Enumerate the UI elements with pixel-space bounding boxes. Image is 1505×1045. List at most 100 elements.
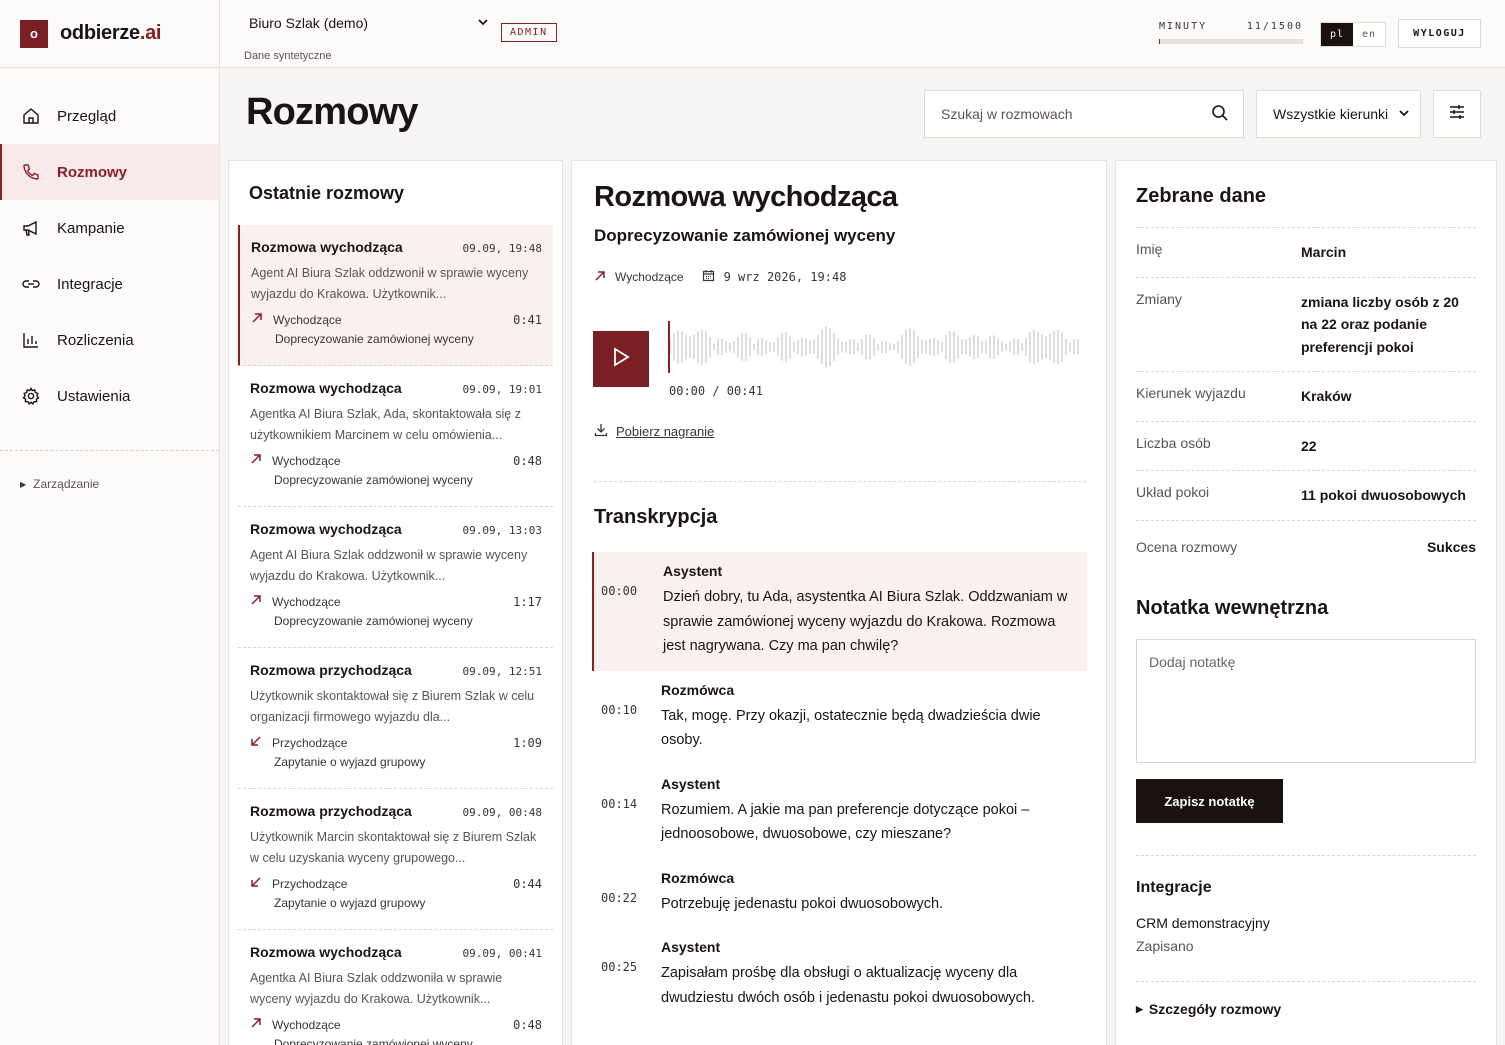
sliders-icon [1448, 103, 1466, 126]
chevron-down-icon [1398, 106, 1410, 122]
call-details-toggle[interactable]: ▶ Szczegóły rozmowy [1136, 1001, 1281, 1017]
save-note-button[interactable]: Zapisz notatkę [1136, 779, 1283, 823]
field-label: Kierunek wyjazdu [1136, 385, 1246, 401]
detail-date: 9 wrz 2026, 19:48 [723, 270, 847, 284]
transcript-text: Zapisałam prośbę dla obsługi o aktualiza… [661, 965, 1036, 1006]
nav-item-overview[interactable]: Przegląd [0, 88, 219, 144]
logo-mark: o [20, 19, 48, 48]
conversation-topic: Doprecyzowanie zamówionej wyceny [274, 614, 473, 628]
conversation-duration: 1:17 [513, 594, 542, 609]
minutes-usage: MINUTY 11/1500 [1159, 21, 1303, 44]
conversation-item[interactable]: Rozmowa wychodząca 09.09, 19:01 Agentka … [238, 366, 553, 507]
collected-field: Imię Marcin [1136, 227, 1476, 277]
conversation-direction: Wychodzące [250, 453, 341, 468]
conversation-direction: Przychodzące [250, 876, 347, 891]
transcript-entry[interactable]: 00:25 Asystent Zapisałam prośbę dla obsł… [592, 928, 1087, 1022]
conversation-item[interactable]: Rozmowa przychodząca 09.09, 12:51 Użytko… [238, 648, 553, 789]
lang-en-button[interactable]: en [1353, 23, 1385, 46]
conversation-direction-label: Przychodzące [272, 876, 348, 891]
nav-item-calls[interactable]: Rozmowy [0, 144, 219, 200]
nav-manage-toggle[interactable]: ▶ Zarządzanie [0, 451, 219, 491]
megaphone-icon [21, 218, 41, 238]
conversation-list: Rozmowa wychodząca 09.09, 19:48 Agent AI… [229, 225, 562, 1045]
transcript-body: Asystent Zapisałam prośbę dla obsługi o … [661, 939, 1087, 1010]
transcript-text: Tak, mogę. Przy okazji, ostatecznie będą… [661, 707, 1041, 749]
conversation-item[interactable]: Rozmowa wychodząca 09.09, 13:03 Agent AI… [238, 507, 553, 648]
transcript-timestamp: 00:10 [601, 702, 638, 717]
link-icon [21, 274, 41, 294]
language-switch: pl en [1320, 22, 1386, 47]
conversation-time: 09.09, 19:01 [462, 383, 542, 396]
conversation-meta: Przychodzące 0:44 [250, 876, 542, 891]
transcript-entry[interactable]: 00:10 Rozmówca Tak, mogę. Przy okazji, o… [592, 671, 1087, 765]
conversation-duration: 0:41 [513, 312, 542, 327]
detail-subtitle: Doprecyzowanie zamówionej wyceny [594, 226, 896, 245]
main-nav: Przegląd Rozmowy Kampanie Integracje Roz… [0, 68, 219, 424]
conversation-meta: Wychodzące 0:48 [250, 1017, 542, 1032]
conversation-time: 09.09, 19:48 [462, 242, 542, 255]
conversation-duration: 1:09 [513, 735, 542, 750]
transcript-speaker: Rozmówca [661, 869, 735, 886]
transcript-text: Rozumiem. A jakie ma pan preferencje dot… [661, 801, 1030, 843]
conversation-head: Rozmowa wychodząca 09.09, 19:01 [250, 380, 542, 396]
search-input[interactable]: Szukaj w rozmowach [924, 90, 1244, 138]
filter-settings-button[interactable] [1433, 90, 1481, 138]
conversation-meta: Przychodzące 1:09 [250, 735, 542, 750]
logout-button[interactable]: WYLOGUJ [1398, 19, 1481, 48]
direction-filter-select[interactable]: Wszystkie kierunki [1256, 90, 1421, 138]
play-button[interactable] [593, 331, 649, 387]
conversation-direction-label: Wychodzące [273, 312, 342, 327]
conversation-item[interactable]: Rozmowa wychodząca 09.09, 00:41 Agentka … [238, 930, 553, 1045]
conversation-summary: Agent AI Biura Szlak oddzwonił w sprawie… [251, 266, 529, 301]
nav-label: Przegląd [57, 107, 117, 125]
transcript-body: Asystent Rozumiem. A jakie ma pan prefer… [661, 776, 1087, 847]
conversation-summary: Użytkownik Marcin skontaktował się z Biu… [250, 830, 537, 865]
calendar-icon [702, 269, 724, 285]
field-value: 22 [1301, 437, 1317, 454]
rating-value: Sukces [1426, 538, 1476, 555]
nav-item-campaigns[interactable]: Kampanie [0, 200, 219, 256]
arrow-up-right-icon [250, 594, 272, 609]
transcript-text: Dzień dobry, tu Ada, asystentka AI Biura… [663, 589, 1068, 654]
direction-filter-value: Wszystkie kierunki [1273, 106, 1389, 122]
conversation-list-panel: Ostatnie rozmowy Rozmowa wychodząca 09.0… [228, 160, 563, 1045]
conversation-head: Rozmowa wychodząca 09.09, 00:41 [250, 944, 542, 960]
field-label: Zmiany [1136, 290, 1182, 307]
transcript-speaker: Asystent [663, 563, 723, 579]
conversation-summary: Agentka AI Biura Szlak oddzwoniła w spra… [250, 971, 503, 1006]
office-select[interactable]: Biuro Szlak (demo) [249, 15, 489, 31]
conversation-title: Rozmowa wychodząca [250, 944, 402, 960]
divider [1136, 855, 1476, 856]
transcript-body: Rozmówca Potrzebuję jedenastu pokoi dwuo… [661, 870, 1087, 917]
nav-item-settings[interactable]: Ustawienia [0, 368, 219, 424]
transcript-entry[interactable]: 00:14 Asystent Rozumiem. A jakie ma pan … [592, 765, 1087, 859]
nav-item-integrations[interactable]: Integracje [0, 256, 219, 312]
search-icon [1211, 104, 1229, 125]
topbar: Biuro Szlak (demo) Dane syntetyczne ADMI… [220, 0, 1505, 68]
conversation-time: 09.09, 00:48 [462, 806, 542, 819]
logo[interactable]: o odbierze.ai [0, 0, 219, 68]
lang-pl-button[interactable]: pl [1321, 23, 1353, 46]
detail-title: Rozmowa wychodząca [594, 181, 898, 213]
conversation-summary: Agent AI Biura Szlak oddzwonił w sprawie… [250, 548, 528, 583]
transcript-body: Rozmówca Tak, mogę. Przy okazji, ostatec… [661, 682, 1087, 753]
note-textarea[interactable]: Dodaj notatkę [1136, 639, 1476, 763]
collected-field: Układ pokoi 11 pokoi dwuosobowych [1136, 470, 1476, 520]
conversation-direction-label: Wychodzące [272, 453, 341, 468]
conversation-item[interactable]: Rozmowa przychodząca 09.09, 00:48 Użytko… [238, 789, 553, 930]
transcript-entry[interactable]: 00:00 Asystent Dzień dobry, tu Ada, asys… [592, 552, 1087, 671]
conversation-item[interactable]: Rozmowa wychodząca 09.09, 19:48 Agent AI… [238, 225, 553, 366]
field-value: Marcin [1301, 244, 1347, 260]
conversation-duration: 0:48 [513, 1017, 542, 1032]
conversation-detail-panel: Rozmowa wychodząca Doprecyzowanie zamówi… [571, 160, 1107, 1045]
conversation-title: Rozmowa przychodząca [250, 803, 412, 819]
nav-item-billing[interactable]: Rozliczenia [0, 312, 219, 368]
transcript-timestamp: 00:25 [601, 960, 638, 974]
download-recording-link[interactable]: Pobierz nagranie [594, 423, 714, 440]
transcript-entry[interactable]: 00:22 Rozmówca Potrzebuję jedenastu poko… [592, 859, 1087, 929]
arrow-up-right-icon [250, 453, 272, 468]
audio-waveform[interactable] [668, 317, 1088, 377]
collected-title: Zebrane dane [1136, 185, 1267, 207]
minutes-progress-fill [1159, 39, 1161, 44]
conversation-meta: Wychodzące 0:48 [250, 453, 542, 468]
